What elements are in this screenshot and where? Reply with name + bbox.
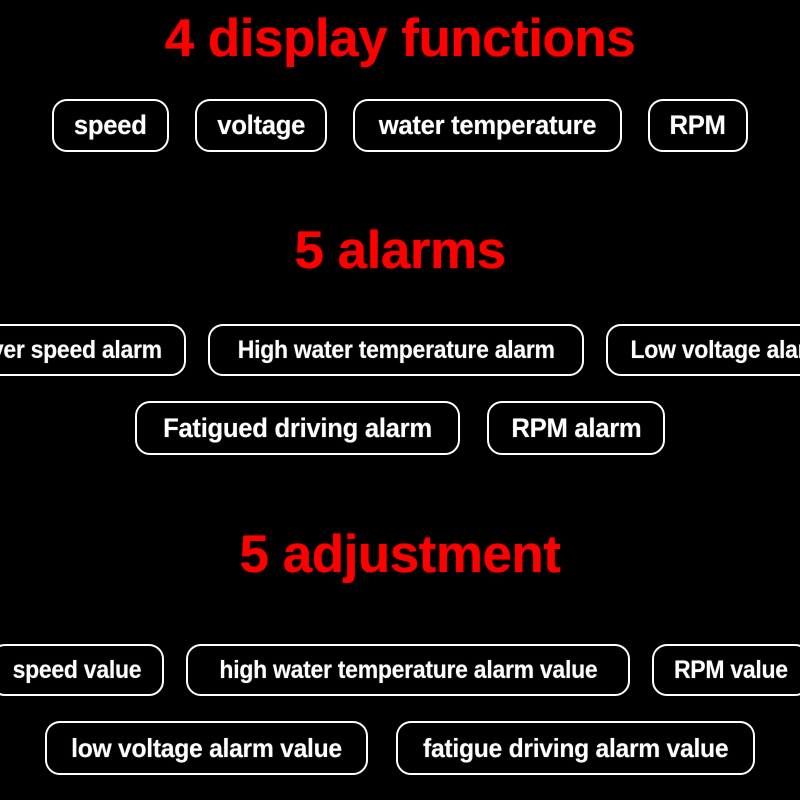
pill-over-speed-alarm[interactable]: Over speed alarm [0,324,186,376]
pill-label: Over speed alarm [0,335,162,364]
feature-poster: 4 display functions speed voltage water … [0,0,800,800]
pill-label: speed value [12,655,142,684]
pill-label: fatigue driving alarm value [422,733,729,763]
pill-label: high water temperature alarm value [219,655,598,684]
pill-label: High water temperature alarm [237,335,555,364]
pill-water-temperature[interactable]: water temperature [353,99,623,152]
pill-label: speed [74,110,148,140]
pill-row-adjustment-2: low voltage alarm value fatigue driving … [0,721,800,775]
pill-speed[interactable]: speed [52,99,169,152]
pill-low-voltage-alarm-value[interactable]: low voltage alarm value [44,721,368,775]
pill-fatigued-driving-alarm[interactable]: Fatigued driving alarm [134,401,460,455]
pill-low-voltage-alarm[interactable]: Low voltage alarm [606,324,800,376]
pill-label: water temperature [379,110,597,140]
pill-row-adjustment-1: speed value high water temperature alarm… [0,644,800,696]
pill-high-water-temperature-alarm[interactable]: High water temperature alarm [207,324,585,376]
pill-rpm-value[interactable]: RPM value [652,644,800,696]
pill-label: RPM [669,110,727,140]
pill-label: Low voltage alarm [630,335,800,364]
pill-high-water-temperature-alarm-value[interactable]: high water temperature alarm value [185,644,631,696]
pill-speed-value[interactable]: speed value [0,644,164,696]
section-title-alarms: 5 alarms [294,221,506,280]
section-title-display-functions: 4 display functions [164,9,636,68]
pill-label: voltage [217,110,306,140]
pill-row-display-functions: speed voltage water temperature RPM [0,99,800,152]
pill-voltage[interactable]: voltage [195,99,328,152]
pill-label: low voltage alarm value [70,733,342,763]
pill-rpm-alarm[interactable]: RPM alarm [486,401,666,455]
pill-row-alarms-1: Over speed alarm High water temperature … [0,324,800,376]
pill-fatigue-driving-alarm-value[interactable]: fatigue driving alarm value [395,721,756,775]
pill-label: Fatigued driving alarm [162,412,432,443]
pill-row-alarms-2: Fatigued driving alarm RPM alarm [0,401,800,455]
pill-label: RPM value [674,655,789,684]
pill-rpm[interactable]: RPM [648,99,748,152]
pill-label: RPM alarm [510,412,641,443]
section-title-adjustment: 5 adjustment [239,525,561,584]
